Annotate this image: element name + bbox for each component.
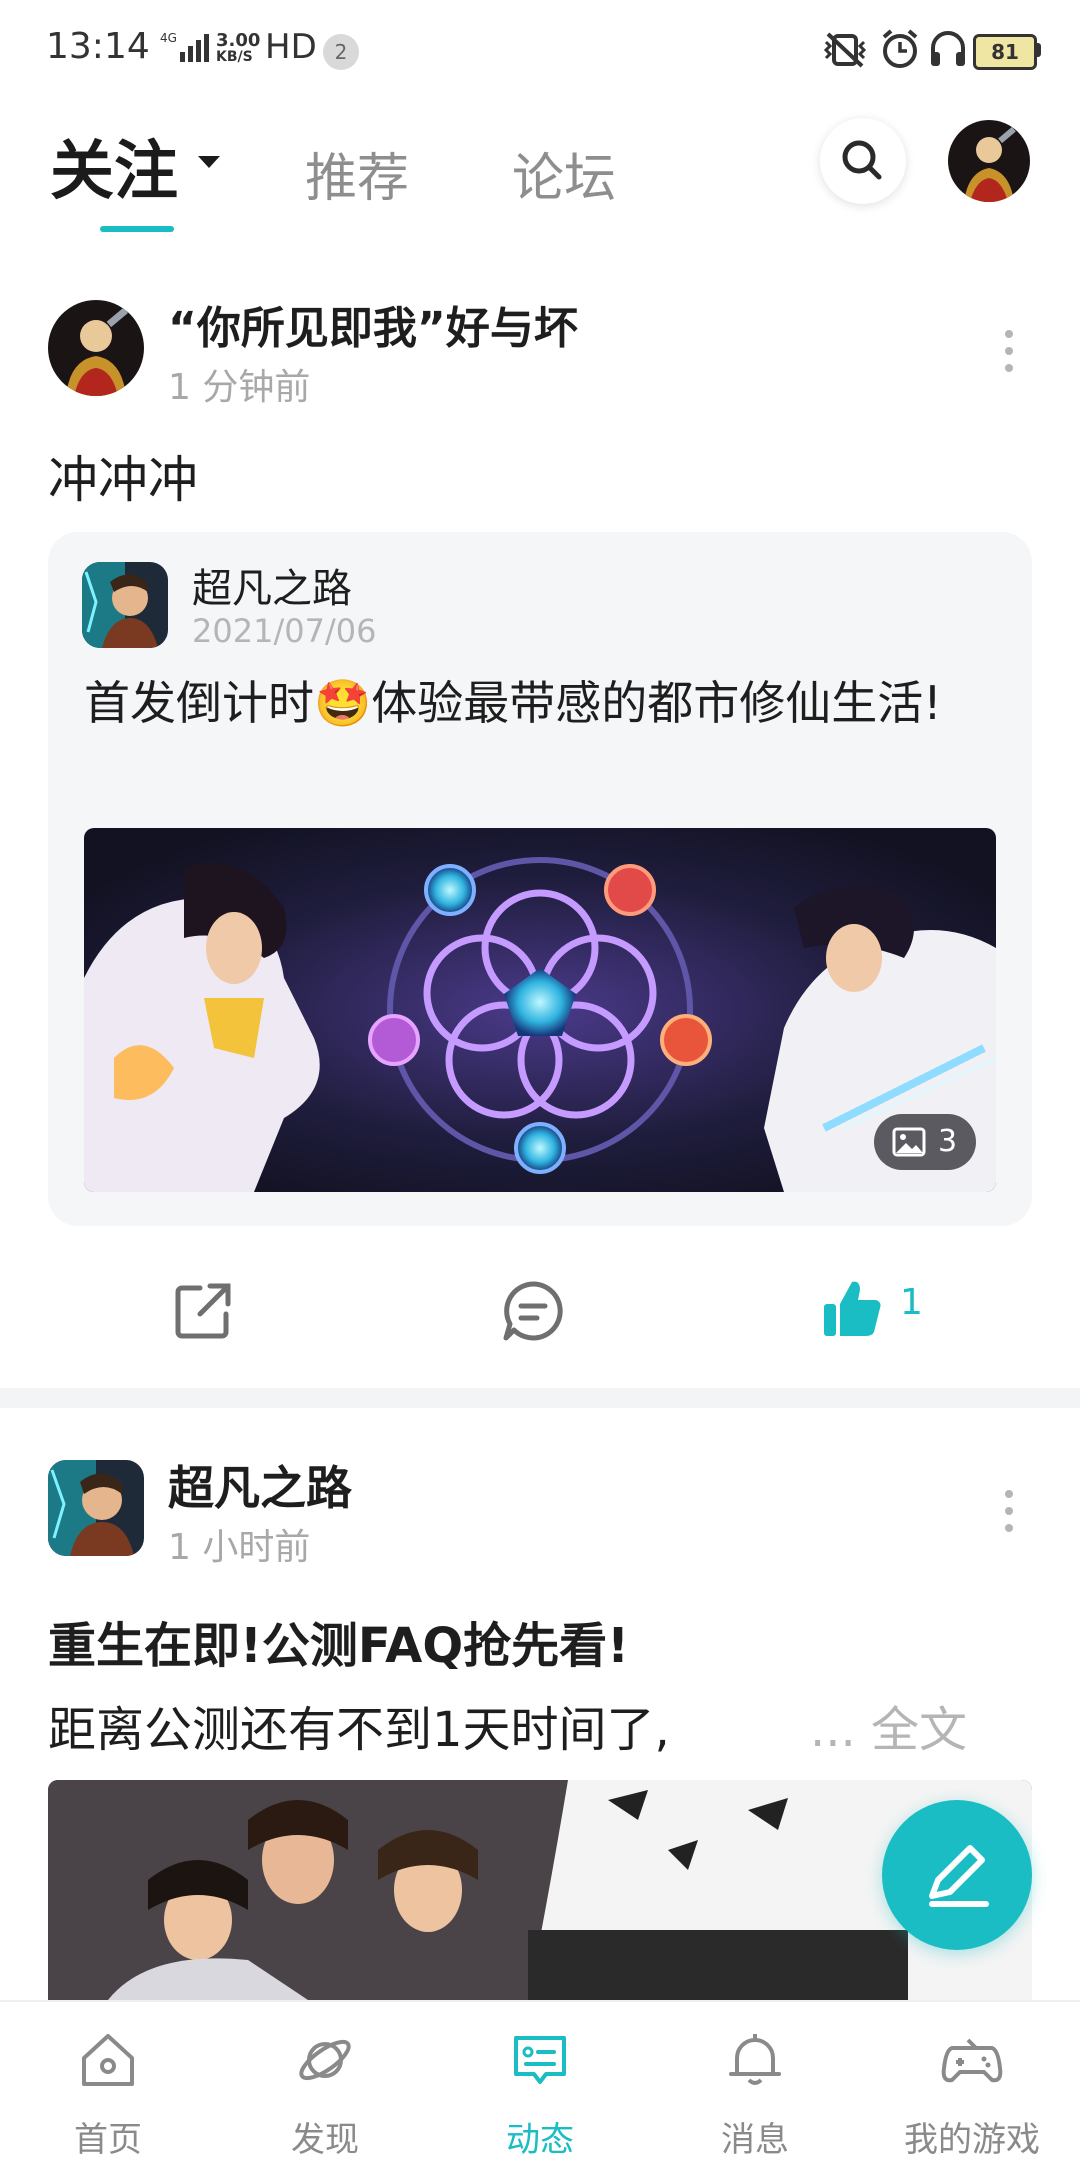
- chevron-down-icon[interactable]: [198, 156, 220, 168]
- bell-icon: [729, 2034, 781, 2085]
- post-author-name[interactable]: 超凡之路: [168, 1452, 352, 1518]
- gamepad-icon: [941, 2038, 1003, 2083]
- nav-messages[interactable]: [685, 2028, 825, 2096]
- feed-divider: [0, 1388, 1080, 1408]
- more-options-icon[interactable]: [1003, 330, 1015, 372]
- nav-my-games[interactable]: [902, 2028, 1042, 2096]
- read-full-link[interactable]: ... 全文: [810, 1690, 967, 1760]
- hd-indicator: HD: [265, 27, 317, 67]
- author-avatar[interactable]: [48, 300, 144, 396]
- nav-discover-label[interactable]: 发现: [225, 2112, 425, 2161]
- comment-button[interactable]: [500, 1278, 566, 1348]
- nav-dynamic-label[interactable]: 动态: [440, 2112, 640, 2161]
- status-bar: 13:14 4G 3.00 KB/S HD 2 81: [0, 0, 1080, 104]
- search-button[interactable]: [820, 118, 906, 204]
- alarm-icon: [880, 28, 920, 74]
- author-avatar[interactable]: [48, 1460, 144, 1556]
- thumbs-up-icon: [824, 1281, 881, 1336]
- compose-button[interactable]: [882, 1800, 1032, 1950]
- card-game-title: 超凡之路: [192, 566, 352, 612]
- notification-count-badge: 2: [323, 34, 359, 70]
- battery-tip: [1036, 43, 1041, 57]
- nav-home-label[interactable]: 首页: [8, 2112, 208, 2161]
- nav-my-games-label[interactable]: 我的游戏: [872, 2112, 1072, 2161]
- card-date: 2021/07/06: [192, 612, 377, 650]
- nav-dynamic[interactable]: [470, 2028, 610, 2096]
- tab-forum[interactable]: 论坛: [512, 136, 616, 211]
- search-icon: [842, 140, 882, 180]
- feed-icon: [514, 2036, 566, 2084]
- post-summary: 距离公测还有不到1天时间了,: [48, 1702, 670, 1758]
- more-options-icon[interactable]: [1003, 1490, 1015, 1532]
- image-icon: [892, 1127, 926, 1157]
- status-time: 13:14: [46, 26, 150, 67]
- svg-text:4G: 4G: [160, 31, 177, 45]
- nav-messages-label[interactable]: 消息: [655, 2112, 855, 2161]
- network-speed-value: 3.00: [216, 30, 261, 51]
- tab-recommend[interactable]: 推荐: [305, 136, 409, 211]
- share-button[interactable]: [170, 1278, 236, 1348]
- home-icon: [82, 2034, 134, 2086]
- image-count-badge: 3: [874, 1114, 976, 1170]
- post-text: 冲冲冲: [48, 451, 198, 509]
- signal-icon: 4G: [160, 31, 209, 62]
- post-timestamp: 1 分钟前: [168, 367, 311, 408]
- like-button[interactable]: [820, 1276, 886, 1346]
- active-tab-indicator: [100, 226, 174, 232]
- nav-home[interactable]: [38, 2028, 178, 2096]
- pen-icon: [929, 1845, 989, 1907]
- tab-follow[interactable]: 关注: [50, 120, 178, 212]
- post-title[interactable]: 重生在即!公测FAQ抢先看!: [48, 1606, 629, 1676]
- post-timestamp: 1 小时前: [168, 1527, 311, 1568]
- image-count: 3: [938, 1124, 958, 1159]
- vibrate-mute-icon: [822, 30, 868, 74]
- headset-icon: [928, 28, 968, 74]
- planet-icon: [299, 2039, 351, 2081]
- game-icon: [82, 562, 168, 648]
- card-text: 首发倒计时🤩体验最带感的都市修仙生活!: [84, 676, 942, 730]
- comment-icon: [503, 1281, 563, 1341]
- like-count: 1: [900, 1282, 923, 1323]
- user-avatar[interactable]: [948, 120, 1030, 202]
- share-icon: [175, 1283, 231, 1339]
- network-indicator: 4G: [160, 30, 212, 72]
- network-speed-unit: KB/S: [216, 49, 253, 65]
- nav-discover[interactable]: [255, 2028, 395, 2096]
- post-author-name[interactable]: “你所见即我”好与坏: [168, 292, 578, 356]
- post-image[interactable]: [84, 828, 996, 1192]
- network-speed: 3.00 KB/S: [216, 32, 260, 66]
- battery-indicator: 81: [973, 34, 1037, 70]
